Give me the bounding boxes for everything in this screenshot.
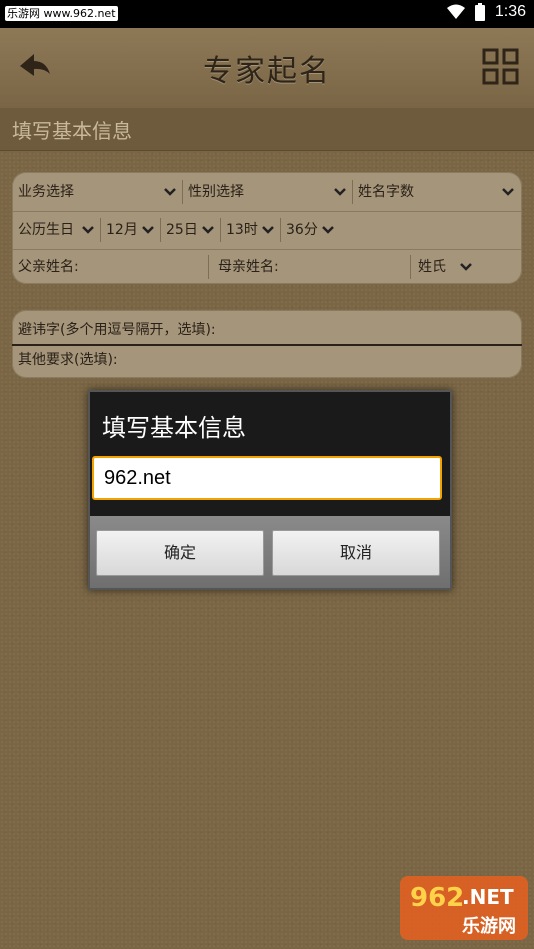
chevron-down-icon (334, 188, 346, 196)
watermark-site: 乐游网 (462, 915, 516, 937)
other-requirements-field[interactable]: 其他要求(选填): (12, 346, 522, 378)
grid-menu-button[interactable] (482, 48, 520, 86)
business-select[interactable]: 业务选择 (18, 174, 186, 210)
gender-label: 性别选择 (188, 184, 244, 200)
watermark-net: .NET (462, 885, 514, 909)
chevron-down-icon (322, 226, 334, 234)
minute-select[interactable]: 36分 (286, 212, 346, 248)
father-name-field[interactable]: 父亲姓名: (18, 250, 208, 284)
calendar-label: 公历生日 (18, 222, 74, 238)
watermark-logo: 962 .NET 乐游网 (398, 872, 530, 944)
divider (208, 255, 209, 279)
hour-label: 13时 (226, 222, 258, 238)
minute-label: 36分 (286, 222, 318, 238)
gender-select[interactable]: 性别选择 (188, 174, 356, 210)
chevron-down-icon (502, 188, 514, 196)
business-label: 业务选择 (18, 184, 74, 200)
divider (100, 218, 101, 242)
divider (410, 255, 411, 279)
status-bar: 乐游网 www.962.net 1:36 (0, 0, 534, 28)
divider (352, 180, 353, 204)
day-label: 25日 (166, 222, 198, 238)
other-requirements-label: 其他要求(选填): (18, 352, 118, 368)
status-icons: 1:36 (446, 3, 526, 21)
status-time: 1:36 (494, 3, 526, 20)
name-length-select[interactable]: 姓名字数 (358, 174, 518, 210)
month-select[interactable]: 12月 (106, 212, 164, 248)
surname-select[interactable]: 姓氏 (418, 250, 518, 284)
divider (182, 180, 183, 204)
form-row-2: 公历生日 12月 25日 13时 36分 (12, 212, 522, 248)
calendar-select[interactable]: 公历生日 (18, 212, 102, 248)
father-name-label: 父亲姓名: (18, 259, 79, 275)
grid-menu-icon (482, 48, 519, 85)
avoid-chars-field[interactable]: 避讳字(多个用逗号隔开，选填): (12, 310, 522, 344)
chevron-down-icon (460, 263, 472, 271)
form-row-3: 父亲姓名: 母亲姓名: 姓氏 (12, 250, 522, 284)
chevron-down-icon (262, 226, 274, 234)
cancel-button[interactable]: 取消 (272, 530, 440, 576)
chevron-down-icon (164, 188, 176, 196)
name-length-label: 姓名字数 (358, 184, 414, 200)
wifi-icon (446, 4, 465, 19)
day-select[interactable]: 25日 (166, 212, 224, 248)
status-watermark: 乐游网 www.962.net (5, 6, 118, 21)
watermark-graphic: 962 .NET 乐游网 (400, 876, 528, 940)
app-header: 专家起名 (0, 28, 534, 126)
ok-button[interactable]: 确定 (96, 530, 264, 576)
basic-info-card: 业务选择 性别选择 姓名字数 公历生日 12月 25日 13时 36分 父亲姓名… (12, 172, 522, 284)
section-bar: 填写基本信息 (0, 108, 534, 151)
mother-name-label: 母亲姓名: (218, 259, 279, 275)
dialog-button-bar: 确定 取消 (90, 516, 450, 588)
form-row-1: 业务选择 性别选择 姓名字数 (12, 174, 522, 210)
divider (160, 218, 161, 242)
hour-select[interactable]: 13时 (226, 212, 284, 248)
divider (280, 218, 281, 242)
divider (220, 218, 221, 242)
chevron-down-icon (142, 226, 154, 234)
battery-icon (474, 3, 485, 21)
mother-name-field[interactable]: 母亲姓名: (218, 250, 408, 284)
dialog-title: 填写基本信息 (102, 414, 246, 442)
section-title: 填写基本信息 (12, 119, 132, 143)
chevron-down-icon (202, 226, 214, 234)
extra-info-card: 避讳字(多个用逗号隔开，选填): 其他要求(选填): (12, 310, 522, 378)
surname-label: 姓氏 (418, 259, 446, 275)
dialog-text-input[interactable]: 962.net (92, 456, 442, 500)
chevron-down-icon (82, 226, 94, 234)
month-label: 12月 (106, 222, 138, 238)
input-dialog: 填写基本信息 962.net 确定 取消 (88, 390, 452, 590)
watermark-962: 962 (410, 883, 464, 913)
page-title: 专家起名 (203, 54, 331, 89)
avoid-chars-label: 避讳字(多个用逗号隔开，选填): (18, 322, 216, 338)
